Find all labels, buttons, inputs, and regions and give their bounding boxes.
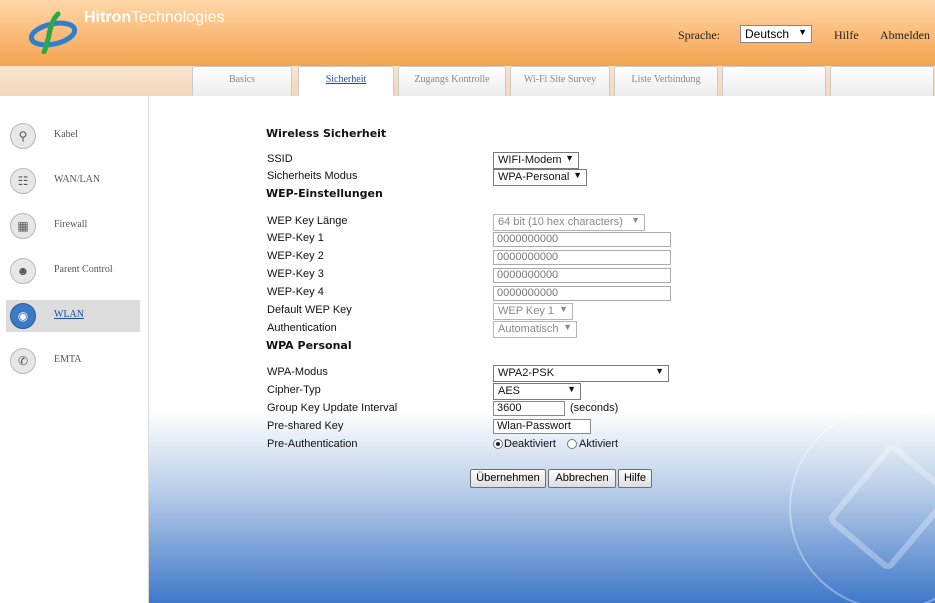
group-key-interval-input[interactable]: 3600	[493, 401, 565, 416]
ssid-label: SSID	[267, 153, 293, 165]
ssid-select[interactable]: WIFI-Modem ▼	[493, 152, 579, 169]
sidebar-item-wlan[interactable]: ◉ WLAN	[6, 300, 140, 332]
pre-shared-key-input[interactable]: Wlan-Passwort	[493, 419, 591, 434]
wep-key-length-select[interactable]: 64 bit (10 hex characters) ▼	[493, 214, 645, 231]
group-key-interval-unit: (seconds)	[570, 402, 619, 414]
page-title: Wireless Sicherheit	[266, 127, 387, 140]
phone-icon: ✆	[10, 348, 36, 374]
group-key-interval-label: Group Key Update Interval	[267, 402, 398, 414]
tab-basics[interactable]: Basics	[192, 66, 292, 96]
wpa-mode-label: WPA-Modus	[267, 366, 328, 378]
sidebar-item-wan-lan[interactable]: ☷ WAN/LAN	[6, 165, 140, 197]
wep-key4-input[interactable]: 0000000000	[493, 286, 671, 301]
chevron-down-icon: ▼	[573, 170, 582, 180]
chevron-down-icon: ▼	[565, 153, 574, 163]
wep-key1-label: WEP-Key 1	[267, 232, 324, 244]
firewall-icon: ▦	[10, 213, 36, 239]
tab-empty-2[interactable]	[830, 66, 934, 96]
language-select[interactable]: Deutsch ▼	[740, 25, 812, 43]
tab-wifi-site-survey[interactable]: Wi-Fi Site Survey	[510, 66, 610, 96]
wep-section-title: WEP-Einstellungen	[266, 187, 383, 200]
security-mode-select[interactable]: WPA-Personal ▼	[493, 169, 587, 186]
wpa-mode-select[interactable]: WPA2-PSK ▼	[493, 365, 669, 382]
wrench-icon: ⚲	[10, 123, 36, 149]
authentication-select[interactable]: Automatisch ▼	[493, 321, 577, 338]
chevron-down-icon: ▼	[798, 27, 807, 37]
cipher-type-label: Cipher-Typ	[267, 384, 321, 396]
tab-bar: Basics Sicherheit Zugangs Kontrolle Wi-F…	[0, 66, 935, 97]
wep-key-length-label: WEP Key Länge	[267, 215, 348, 227]
brand-name: HitronTechnologies	[84, 9, 225, 26]
wifi-icon: ◉	[10, 303, 36, 329]
header-bar: HitronTechnologies Sprache: Deutsch ▼ Hi…	[0, 0, 935, 66]
chevron-down-icon: ▼	[567, 384, 576, 394]
preauth-on-radio[interactable]	[567, 439, 577, 449]
language-label: Sprache:	[678, 28, 720, 42]
wpa-section-title: WPA Personal	[266, 339, 352, 352]
wep-key4-label: WEP-Key 4	[267, 286, 324, 298]
users-icon: ☻	[10, 258, 36, 284]
wep-key3-input[interactable]: 0000000000	[493, 268, 671, 283]
wep-key2-label: WEP-Key 2	[267, 250, 324, 262]
tab-liste-verbindung[interactable]: Liste Verbindung	[614, 66, 718, 96]
logout-link[interactable]: Abmelden	[880, 28, 930, 43]
security-mode-label: Sicherheits Modus	[267, 170, 358, 182]
preauth-off-label: Deaktiviert	[504, 438, 556, 450]
chevron-down-icon: ▼	[563, 322, 572, 332]
network-icon: ☷	[10, 168, 36, 194]
wep-key3-label: WEP-Key 3	[267, 268, 324, 280]
preauth-on-label: Aktiviert	[579, 438, 619, 450]
help-button[interactable]: Hilfe	[618, 469, 652, 488]
preauth-off-radio[interactable]	[493, 439, 503, 449]
tab-zugangs-kontrolle[interactable]: Zugangs Kontrolle	[398, 66, 506, 96]
pre-shared-key-label: Pre-shared Key	[267, 420, 344, 432]
chevron-down-icon: ▼	[631, 215, 640, 225]
cancel-button[interactable]: Abbrechen	[548, 469, 616, 488]
default-wep-key-select[interactable]: WEP Key 1 ▼	[493, 303, 573, 320]
sidebar-item-emta[interactable]: ✆ EMTA	[6, 345, 140, 377]
sidebar-item-kabel[interactable]: ⚲ Kabel	[6, 120, 140, 152]
sidebar-item-firewall[interactable]: ▦ Firewall	[6, 210, 140, 242]
hitron-logo	[28, 11, 78, 54]
chevron-down-icon: ▼	[559, 304, 568, 314]
chevron-down-icon: ▼	[655, 366, 664, 376]
main-content: Wireless Sicherheit SSID WIFI-Modem ▼ Sic…	[149, 96, 935, 603]
tab-empty-1[interactable]	[722, 66, 826, 96]
wep-key2-input[interactable]: 0000000000	[493, 250, 671, 265]
pre-authentication-label: Pre-Authentication	[267, 438, 358, 450]
wep-key1-input[interactable]: 0000000000	[493, 232, 671, 247]
authentication-label: Authentication	[267, 322, 337, 334]
sidebar: ⚲ Kabel ☷ WAN/LAN ▦ Firewall ☻ Parent Co…	[0, 96, 149, 603]
apply-button[interactable]: Übernehmen	[470, 469, 546, 488]
sidebar-item-parent-control[interactable]: ☻ Parent Control	[6, 255, 140, 287]
help-link[interactable]: Hilfe	[834, 28, 859, 43]
cipher-type-select[interactable]: AES ▼	[493, 383, 581, 400]
tab-sicherheit[interactable]: Sicherheit	[298, 66, 394, 96]
default-wep-key-label: Default WEP Key	[267, 304, 352, 316]
